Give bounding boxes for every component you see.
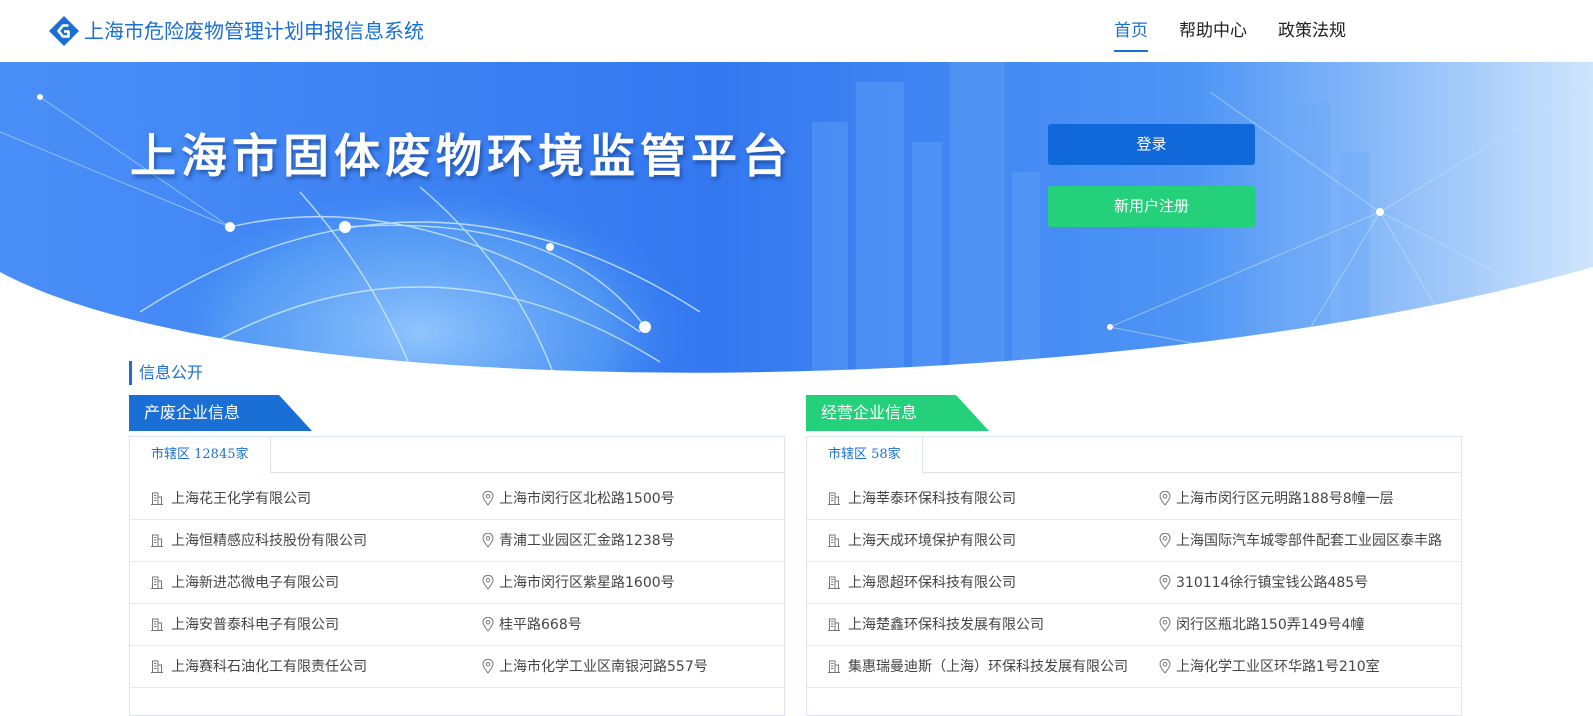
building-icon	[151, 660, 163, 673]
operator-panel-tab-label: 经营企业信息	[821, 403, 918, 422]
building-icon	[151, 576, 163, 589]
table-row[interactable]: 上海莘泰环保科技有限公司 上海市闵行区元明路188号8幢一层	[807, 478, 1461, 520]
nav-policies[interactable]: 政策法规	[1278, 18, 1346, 52]
company-address: 青浦工业园区汇金路1238号	[499, 533, 675, 549]
company-name[interactable]: 上海安普泰科电子有限公司	[171, 604, 476, 646]
company-name[interactable]: 上海莘泰环保科技有限公司	[848, 478, 1153, 520]
company-address: 上海市闵行区元明路188号8幢一层	[1176, 491, 1394, 507]
table-row[interactable]: 上海花王化学有限公司 上海市闵行区北松路1500号	[130, 478, 784, 520]
nav-help-center[interactable]: 帮助中心	[1179, 18, 1247, 52]
company-address: 上海化学工业区环华路1号210室	[1176, 659, 1380, 675]
subtab-district-producers[interactable]: 市辖区 12845家	[130, 437, 271, 474]
operator-panel-tab[interactable]: 经营企业信息	[806, 395, 991, 431]
section-title-info-disclosure: 信息公开	[129, 361, 203, 385]
company-address: 上海市化学工业区南银河路557号	[499, 659, 708, 675]
producer-panel-tab-label: 产废企业信息	[144, 403, 241, 422]
company-name[interactable]: 上海恩超环保科技有限公司	[848, 562, 1153, 604]
building-icon	[828, 492, 840, 505]
company-address: 310114徐行镇宝钱公路485号	[1176, 575, 1369, 591]
company-name[interactable]: 上海楚鑫环保科技发展有限公司	[848, 604, 1153, 646]
company-address: 闵行区瓶北路150弄149号4幢	[1176, 617, 1365, 633]
operator-subtabs: 市辖区 58家	[807, 437, 1461, 474]
building-icon	[828, 576, 840, 589]
operator-rows: 上海莘泰环保科技有限公司 上海市闵行区元明路188号8幢一层 上海天成环境保护有…	[807, 478, 1461, 688]
hero-banner: 上海市固体废物环境监管平台 登录 新用户注册	[0, 62, 1593, 392]
login-button[interactable]: 登录	[1048, 124, 1255, 165]
location-pin-icon	[482, 575, 494, 590]
building-icon	[828, 660, 840, 673]
app-logo-icon	[49, 16, 79, 46]
banner-background	[0, 62, 1593, 392]
location-pin-icon	[482, 533, 494, 548]
location-pin-icon	[1159, 533, 1171, 548]
producer-subtabs: 市辖区 12845家	[130, 437, 784, 474]
app-title: 上海市危险废物管理计划申报信息系统	[84, 19, 424, 43]
location-pin-icon	[1159, 659, 1171, 674]
table-row[interactable]: 上海恒精感应科技股份有限公司 青浦工业园区汇金路1238号	[130, 520, 784, 562]
table-row[interactable]: 上海新进芯微电子有限公司 上海市闵行区紫星路1600号	[130, 562, 784, 604]
register-button[interactable]: 新用户注册	[1048, 186, 1255, 227]
location-pin-icon	[1159, 575, 1171, 590]
company-name[interactable]: 上海恒精感应科技股份有限公司	[171, 520, 476, 562]
table-row[interactable]: 上海赛科石油化工有限责任公司 上海市化学工业区南银河路557号	[130, 646, 784, 688]
building-icon	[151, 534, 163, 547]
producer-rows: 上海花王化学有限公司 上海市闵行区北松路1500号 上海恒精感应科技股份有限公司…	[130, 478, 784, 688]
location-pin-icon	[482, 491, 494, 506]
building-icon	[151, 618, 163, 631]
location-pin-icon	[482, 617, 494, 632]
table-row[interactable]: 上海楚鑫环保科技发展有限公司 闵行区瓶北路150弄149号4幢	[807, 604, 1461, 646]
company-name[interactable]: 上海天成环境保护有限公司	[848, 520, 1153, 562]
table-row[interactable]: 上海天成环境保护有限公司 上海国际汽车城零部件配套工业园区泰丰路	[807, 520, 1461, 562]
table-row[interactable]: 集惠瑞曼迪斯（上海）环保科技发展有限公司 上海化学工业区环华路1号210室	[807, 646, 1461, 688]
producer-panel-tab[interactable]: 产废企业信息	[129, 395, 314, 431]
operator-panel: 经营企业信息 市辖区 58家 上海莘泰环保科技有限公司 上海市闵行区元明路188…	[806, 395, 1462, 716]
top-header: 上海市危险废物管理计划申报信息系统 首页 帮助中心 政策法规	[0, 0, 1593, 62]
building-icon	[151, 492, 163, 505]
operator-list-box: 市辖区 58家 上海莘泰环保科技有限公司 上海市闵行区元明路188号8幢一层 上…	[806, 436, 1462, 716]
company-address: 上海市闵行区北松路1500号	[499, 491, 675, 507]
company-address: 上海国际汽车城零部件配套工业园区泰丰路	[1176, 533, 1442, 549]
company-address: 上海市闵行区紫星路1600号	[499, 575, 675, 591]
location-pin-icon	[1159, 617, 1171, 632]
subtab-district-operators[interactable]: 市辖区 58家	[807, 437, 923, 474]
company-name[interactable]: 上海花王化学有限公司	[171, 478, 476, 520]
producer-panel: 产废企业信息 市辖区 12845家 上海花王化学有限公司 上海市闵行区北松路15…	[129, 395, 785, 716]
company-address: 桂平路668号	[499, 617, 582, 633]
table-row[interactable]: 上海安普泰科电子有限公司 桂平路668号	[130, 604, 784, 646]
producer-list-box: 市辖区 12845家 上海花王化学有限公司 上海市闵行区北松路1500号 上海恒…	[129, 436, 785, 716]
nav-home[interactable]: 首页	[1114, 18, 1148, 52]
banner-title: 上海市固体废物环境监管平台	[130, 129, 793, 183]
table-row[interactable]: 上海恩超环保科技有限公司 310114徐行镇宝钱公路485号	[807, 562, 1461, 604]
location-pin-icon	[1159, 491, 1171, 506]
building-icon	[828, 534, 840, 547]
location-pin-icon	[482, 659, 494, 674]
company-name[interactable]: 上海赛科石油化工有限责任公司	[171, 646, 476, 688]
company-name[interactable]: 集惠瑞曼迪斯（上海）环保科技发展有限公司	[848, 646, 1153, 688]
building-icon	[828, 618, 840, 631]
company-name[interactable]: 上海新进芯微电子有限公司	[171, 562, 476, 604]
